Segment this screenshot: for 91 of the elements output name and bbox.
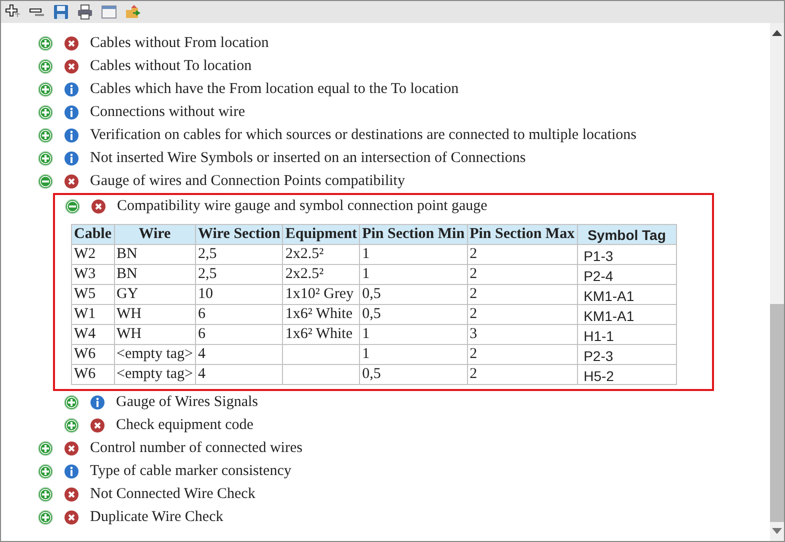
table-cell: 0,5	[360, 364, 468, 384]
check-label: Gauge of wires and Connection Points compatibility	[90, 173, 405, 190]
table-cell: 6	[196, 324, 283, 344]
table-cell: 2x2.5²	[282, 244, 360, 264]
save-icon[interactable]	[53, 4, 69, 20]
table-cell: 6	[196, 304, 283, 324]
scroll-up-icon[interactable]	[772, 30, 782, 36]
table-cell: W4	[72, 324, 114, 344]
table-cell: W2	[72, 244, 114, 264]
table-cell: W3	[72, 264, 114, 284]
check-label: Type of cable marker consistency	[90, 463, 292, 480]
table-cell: 1	[360, 344, 468, 364]
expand-icon[interactable]	[38, 151, 53, 166]
expand-icon[interactable]	[38, 510, 53, 525]
table-cell: 1	[360, 324, 468, 344]
table-cell: 1x6² White	[282, 324, 360, 344]
table-cell: W1	[72, 304, 114, 324]
table-cell: 2,5	[196, 244, 283, 264]
table-cell: H1-1	[577, 324, 676, 344]
column-header: Cable	[72, 224, 114, 244]
expand-icon[interactable]	[38, 59, 53, 74]
table-cell: KM1-A1	[577, 284, 676, 304]
scrollbar[interactable]	[770, 23, 784, 541]
table-cell: 2	[467, 264, 578, 284]
table-cell: 2	[467, 364, 578, 384]
table-cell: 3	[467, 324, 578, 344]
table-cell: 1	[360, 264, 468, 284]
expand-icon[interactable]	[38, 128, 53, 143]
table-cell: 2	[467, 284, 578, 304]
check-label: Cables without From location	[90, 35, 269, 52]
table-cell: P1-3	[577, 244, 676, 264]
check-label: Check equipment code	[116, 417, 254, 434]
table-cell: P2-3	[577, 344, 676, 364]
expand-icon[interactable]	[38, 441, 53, 456]
table-cell: 1	[360, 244, 468, 264]
table-cell: BN	[114, 264, 196, 284]
check-label: Gauge of Wires Signals	[116, 394, 258, 411]
expand-all-icon[interactable]	[5, 4, 21, 20]
table-cell: 4	[196, 364, 283, 384]
check-label: Connections without wire	[90, 104, 245, 121]
collapse-icon[interactable]	[38, 174, 53, 189]
table-cell: 1x10² Grey	[282, 284, 360, 304]
scroll-thumb[interactable]	[770, 304, 784, 522]
check-label: Verification on cables for which sources or destinations are connected to multiple locations	[90, 127, 636, 144]
column-header: Pin Section Min	[360, 224, 468, 244]
table-cell: BN	[114, 244, 196, 264]
table-cell: <empty tag>	[114, 344, 196, 364]
table-cell: 0,5	[360, 304, 468, 324]
expand-icon[interactable]	[38, 105, 53, 120]
table-cell: W6	[72, 364, 114, 384]
table-cell: 2x2.5²	[282, 264, 360, 284]
table-cell: P2-4	[577, 264, 676, 284]
folder-export-icon[interactable]	[125, 4, 141, 20]
collapse-icon[interactable]	[65, 199, 80, 214]
expand-icon[interactable]	[38, 82, 53, 97]
check-label: Cables without To location	[90, 58, 252, 75]
expand-icon[interactable]	[38, 36, 53, 51]
scroll-down-icon[interactable]	[772, 528, 782, 534]
table-cell: <empty tag>	[114, 364, 196, 384]
column-header: Wire Section	[196, 224, 283, 244]
expand-icon[interactable]	[64, 418, 79, 433]
table-cell: 0,5	[360, 284, 468, 304]
table-cell: 2,5	[196, 264, 283, 284]
column-header: Pin Section Max	[467, 224, 578, 244]
table-cell: 2	[467, 244, 578, 264]
column-header: Wire	[114, 224, 196, 244]
table-cell: 1x6² White	[282, 304, 360, 324]
print-icon[interactable]	[77, 4, 93, 20]
table-cell: WH	[114, 324, 196, 344]
column-header: Equipment	[282, 224, 360, 244]
table-cell: 2	[467, 304, 578, 324]
check-label: Cables which have the From location equal to the To location	[90, 81, 459, 98]
expand-icon[interactable]	[38, 487, 53, 502]
table-cell: GY	[114, 284, 196, 304]
check-label: Not inserted Wire Symbols or inserted on an intersection of Connections	[90, 150, 526, 167]
table-cell: KM1-A1	[577, 304, 676, 324]
table-cell: W6	[72, 344, 114, 364]
table-cell: 2	[467, 344, 578, 364]
check-label: Duplicate Wire Check	[90, 509, 224, 526]
check-label: Not Connected Wire Check	[90, 486, 256, 503]
expand-icon[interactable]	[38, 464, 53, 479]
column-header: Symbol Tag	[577, 224, 676, 244]
expand-icon[interactable]	[64, 395, 79, 410]
check-label: Control number of connected wires	[90, 440, 302, 457]
table-cell: 10	[196, 284, 283, 304]
check-label: Compatibility wire gauge and symbol connection point gauge	[117, 198, 488, 215]
table-cell: W5	[72, 284, 114, 304]
table-cell: WH	[114, 304, 196, 324]
window-icon[interactable]	[101, 4, 117, 20]
table-cell: 4	[196, 344, 283, 364]
table-cell: H5-2	[577, 364, 676, 384]
